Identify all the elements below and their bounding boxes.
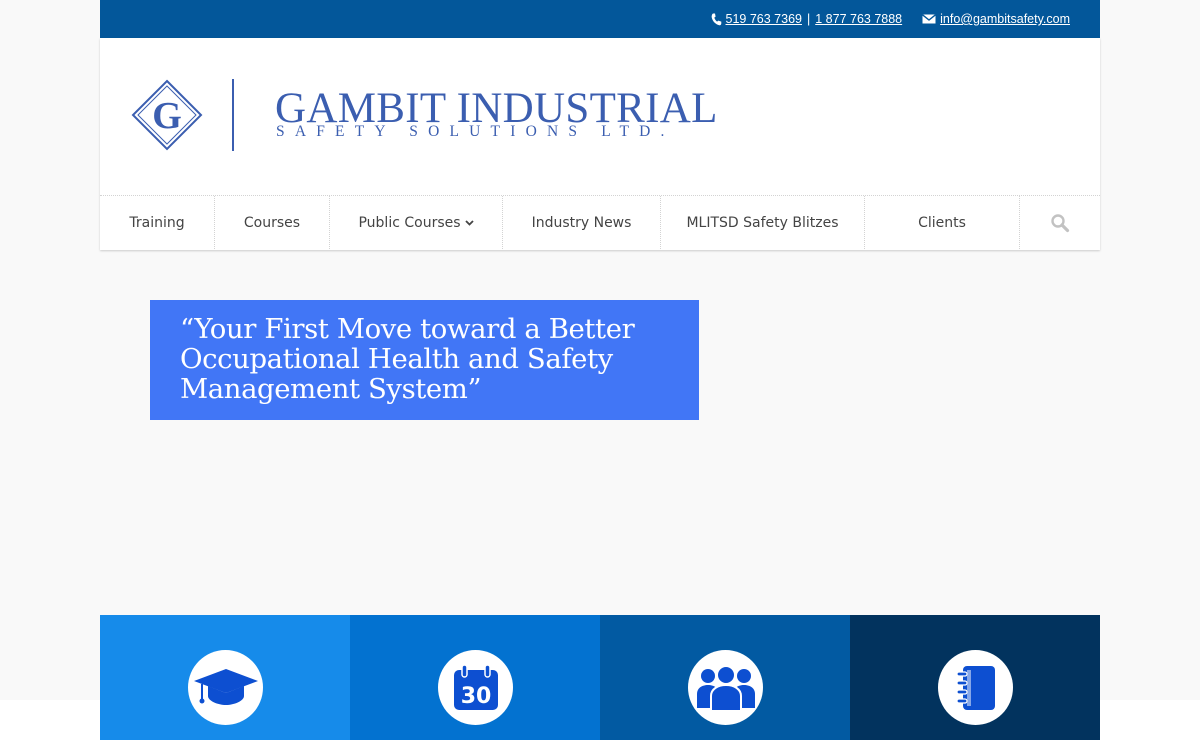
notebook-icon [955, 665, 995, 710]
phone-divider: | [806, 12, 811, 26]
feature-tile-public-courses[interactable] [600, 615, 850, 740]
hero-quote: “Your First Move toward a Better Occupat… [180, 313, 635, 405]
calendar-icon: 30 [453, 663, 498, 710]
group-icon [696, 664, 755, 712]
envelope-icon [922, 14, 937, 24]
phone-contact: 519 763 7369 | 1 877 763 7888 [711, 12, 902, 26]
main-navigation: Training Courses Public Courses Industry… [100, 195, 1100, 249]
nav-item-label: MLITSD Safety Blitzes [686, 214, 839, 231]
site-logo[interactable]: G GAMBIT INDUSTRIAL SAFETY SOLUTIONS LTD… [131, 79, 731, 151]
nav-item-label: Courses [243, 214, 301, 231]
page-container: 519 763 7369 | 1 877 763 7888 info@gambi… [100, 0, 1100, 250]
chevron-down-icon [464, 219, 474, 226]
feature-tile-calendar[interactable]: 30 [350, 615, 600, 740]
nav-item-clients[interactable]: Clients [865, 196, 1020, 249]
phone-icon [711, 13, 721, 25]
phone-link-tollfree[interactable]: 1 877 763 7888 [815, 12, 902, 26]
nav-item-label: Training [129, 214, 185, 231]
feature-tile-training[interactable] [100, 615, 350, 740]
nav-item-public-courses[interactable]: Public Courses [330, 196, 503, 249]
tile-icon-circle [688, 650, 763, 725]
tile-icon-circle [188, 650, 263, 725]
contact-bar: 519 763 7369 | 1 877 763 7888 info@gambi… [100, 0, 1100, 38]
nav-item-label: Clients [918, 214, 966, 231]
logo-divider [232, 79, 234, 151]
email-contact: info@gambitsafety.com [922, 12, 1070, 26]
tile-icon-circle: 30 [438, 650, 513, 725]
nav-item-label: Public Courses [358, 214, 461, 231]
nav-item-training[interactable]: Training [100, 196, 215, 249]
nav-item-mlitsd-safety-blitzes[interactable]: MLITSD Safety Blitzes [661, 196, 865, 249]
feature-tile-resources[interactable] [850, 615, 1100, 740]
nav-item-courses[interactable]: Courses [215, 196, 330, 249]
graduation-cap-icon [193, 668, 258, 705]
nav-item-label: Industry News [531, 214, 632, 231]
email-link[interactable]: info@gambitsafety.com [940, 12, 1070, 26]
calendar-day: 30 [460, 684, 491, 709]
logo-diamond-icon: G [131, 79, 203, 151]
logo-tagline: SAFETY SOLUTIONS LTD. [276, 123, 675, 140]
phone-link-local[interactable]: 519 763 7369 [726, 12, 802, 26]
nav-item-industry-news[interactable]: Industry News [503, 196, 661, 249]
search-icon [1051, 213, 1070, 232]
search-button[interactable] [1020, 196, 1100, 249]
site-header: G GAMBIT INDUSTRIAL SAFETY SOLUTIONS LTD… [100, 38, 1100, 250]
feature-tiles: 30 [100, 615, 1100, 740]
logo-letter: G [152, 95, 182, 137]
tile-icon-circle [938, 650, 1013, 725]
hero-banner: “Your First Move toward a Better Occupat… [150, 300, 699, 420]
